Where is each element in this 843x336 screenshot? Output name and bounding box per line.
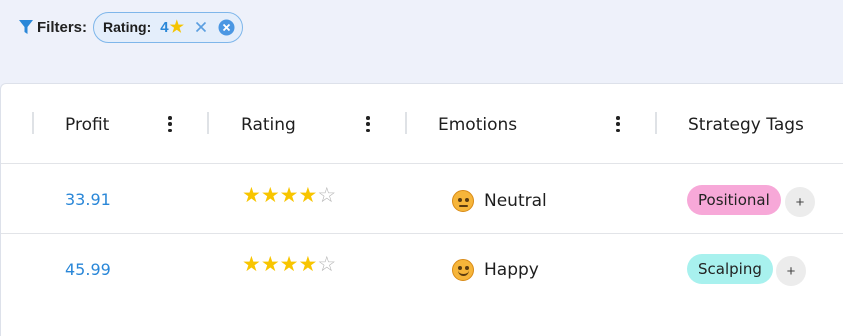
emotion-label: Neutral <box>484 191 547 211</box>
add-tag-button[interactable]: + <box>785 187 815 217</box>
column-divider[interactable] <box>207 112 209 134</box>
star-filled-icon[interactable]: ★ <box>298 254 317 275</box>
emotions-column-menu-icon[interactable] <box>614 115 622 133</box>
star-filled-icon[interactable]: ★ <box>280 254 299 275</box>
clear-value-icon[interactable] <box>190 16 212 38</box>
star-filled-icon[interactable]: ★ <box>242 185 261 206</box>
column-header-emotions[interactable]: Emotions <box>438 115 517 135</box>
column-header-strategy-tags[interactable]: Strategy Tags <box>688 115 804 135</box>
star-empty-icon[interactable]: ☆ <box>317 185 336 206</box>
filters-label: Filters: <box>37 18 88 36</box>
rating-filter-chip[interactable]: Rating: 4 ★ <box>93 11 243 43</box>
rating-stars[interactable]: ★ ★ ★ ★ ☆ <box>242 185 336 206</box>
profit-cell: 45.99 <box>65 260 111 279</box>
star-filled-icon[interactable]: ★ <box>261 254 280 275</box>
emotion-cell: Happy <box>452 259 539 281</box>
filter-bar: Filters: Rating: 4 ★ <box>18 11 243 43</box>
emotion-label: Happy <box>484 260 539 280</box>
data-table: Profit Rating Emotions Strategy Tags 33.… <box>0 83 843 336</box>
strategy-tag[interactable]: Positional <box>687 185 781 215</box>
chip-value-text: 4 <box>160 18 169 36</box>
strategy-tag[interactable]: Scalping <box>687 254 773 284</box>
star-filled-icon[interactable]: ★ <box>280 185 299 206</box>
table-row[interactable]: 45.99 ★ ★ ★ ★ ☆ Happy Scalping + <box>1 234 843 303</box>
star-icon: ★ <box>169 19 184 36</box>
smiling-face-icon <box>452 259 474 281</box>
table-header: Profit Rating Emotions Strategy Tags <box>1 84 843 164</box>
chip-label: Rating: <box>103 19 152 35</box>
column-divider[interactable] <box>32 112 34 134</box>
emotion-cell: Neutral <box>452 190 547 212</box>
remove-filter-icon[interactable] <box>216 16 238 38</box>
star-empty-icon[interactable]: ☆ <box>317 254 336 275</box>
star-filled-icon[interactable]: ★ <box>298 185 317 206</box>
column-header-rating[interactable]: Rating <box>241 115 296 135</box>
filter-funnel-icon <box>18 19 34 35</box>
column-divider[interactable] <box>405 112 407 134</box>
star-filled-icon[interactable]: ★ <box>242 254 261 275</box>
rating-column-menu-icon[interactable] <box>364 115 372 133</box>
neutral-face-icon <box>452 190 474 212</box>
chip-value: 4 ★ <box>160 17 184 37</box>
table-row[interactable]: 33.91 ★ ★ ★ ★ ☆ Neutral Positional + <box>1 165 843 234</box>
star-filled-icon[interactable]: ★ <box>261 185 280 206</box>
add-tag-button[interactable]: + <box>776 256 806 286</box>
rating-stars[interactable]: ★ ★ ★ ★ ☆ <box>242 254 336 275</box>
profit-column-menu-icon[interactable] <box>166 115 174 133</box>
column-header-profit[interactable]: Profit <box>65 115 109 135</box>
profit-cell: 33.91 <box>65 190 111 209</box>
column-divider[interactable] <box>655 112 657 134</box>
